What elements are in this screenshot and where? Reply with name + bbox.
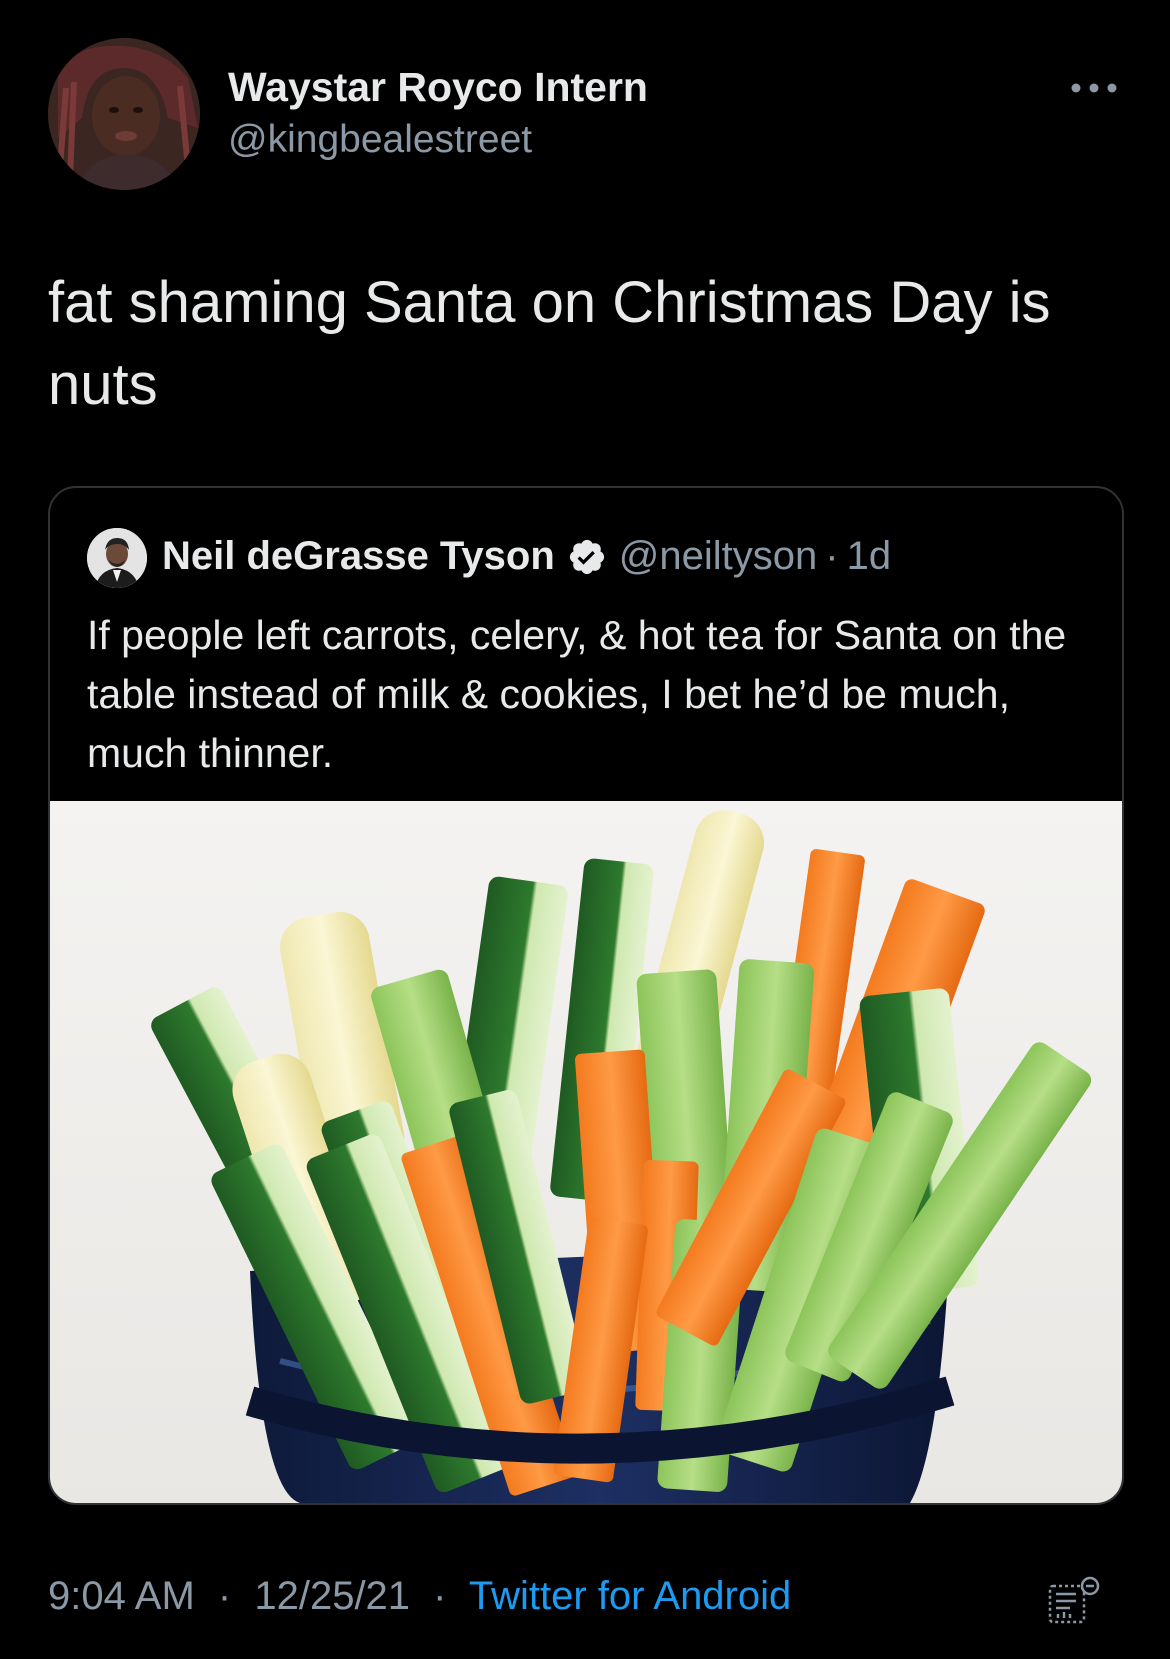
author-display-name[interactable]: Waystar Royco Intern (228, 64, 648, 111)
analytics-icon[interactable] (1046, 1576, 1104, 1626)
meta-separator: · (433, 1574, 447, 1618)
quoted-tweet-card[interactable]: Neil deGrasse Tyson @neiltyson · 1d If p… (48, 486, 1124, 1505)
quoted-author-handle[interactable]: @neiltyson (619, 534, 817, 579)
more-horizontal-icon[interactable] (1068, 78, 1120, 98)
tweet-text: fat shaming Santa on Christmas Day is nu… (48, 270, 1051, 417)
quoted-tweet-time[interactable]: 1d (847, 534, 892, 579)
verified-badge-icon (567, 537, 607, 577)
quoted-author-display-name[interactable]: Neil deGrasse Tyson (162, 534, 555, 579)
author-avatar[interactable] (48, 38, 200, 190)
tweet-time[interactable]: 9:04 AM (48, 1574, 195, 1618)
quoted-tweet-image[interactable] (50, 801, 1122, 1503)
author-handle[interactable]: @kingbealestreet (228, 118, 532, 162)
tweet-date[interactable]: 12/25/21 (254, 1574, 410, 1618)
meta-separator: · (217, 1574, 232, 1618)
quoted-author-avatar[interactable] (87, 528, 147, 588)
tweet-source-link[interactable]: Twitter for Android (469, 1574, 791, 1618)
quoted-tweet-text: If people left carrots, celery, & hot te… (87, 612, 1067, 776)
header-separator: · (825, 534, 839, 578)
quoted-tweet-header: Neil deGrasse Tyson @neiltyson · 1d (162, 534, 891, 579)
tweet-meta: 9:04 AM · 12/25/21 · Twitter for Android (48, 1574, 791, 1619)
